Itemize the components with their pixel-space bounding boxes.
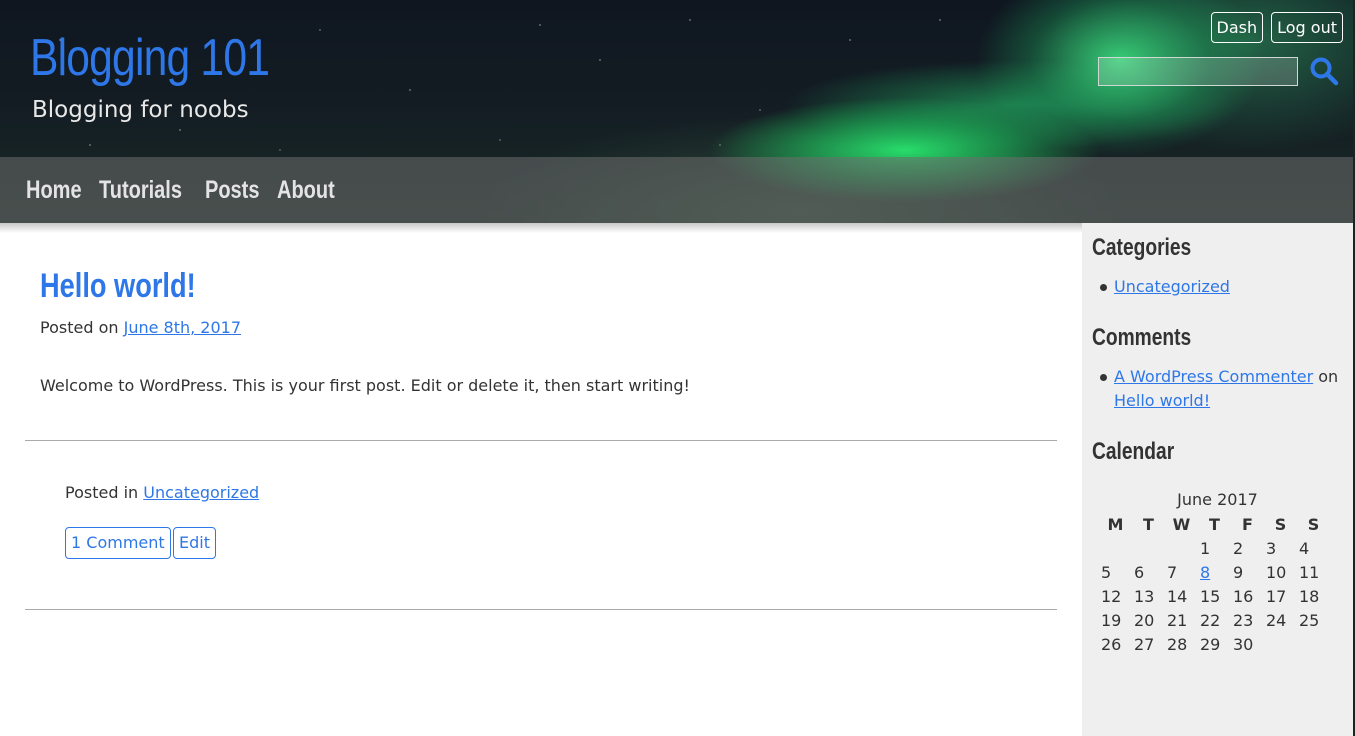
comment-post-link[interactable]: Hello world!	[1114, 390, 1210, 412]
search-input[interactable]	[1098, 57, 1298, 86]
post-body: Welcome to WordPress. This is your first…	[40, 376, 690, 395]
nav-item-posts[interactable]: Posts	[205, 173, 259, 207]
calendar-day: 6	[1134, 563, 1145, 582]
calendar-day: 24	[1266, 611, 1287, 630]
edit-button[interactable]: Edit	[173, 527, 216, 559]
calendar-day: 19	[1101, 611, 1122, 630]
calendar-day: 7	[1167, 563, 1178, 582]
post-meta: Posted on June 8th, 2017	[40, 317, 241, 339]
calendar-day: 16	[1233, 587, 1254, 606]
calendar-day: 27	[1134, 635, 1155, 654]
calendar-day: 13	[1134, 587, 1155, 606]
comments-heading: Comments	[1092, 324, 1192, 351]
calendar-day: 18	[1299, 587, 1320, 606]
calendar-day: 11	[1299, 563, 1320, 582]
calendar-day: 30	[1233, 635, 1254, 654]
calendar-day: 9	[1233, 563, 1244, 582]
post-divider-bottom	[25, 609, 1057, 610]
nav-item-home[interactable]: Home	[26, 173, 82, 207]
posted-on-label: Posted on	[40, 318, 119, 337]
post-categories: Posted in Uncategorized	[65, 482, 259, 504]
calendar-caption: June 2017	[1177, 490, 1258, 509]
nav-item-tutorials[interactable]: Tutorials	[99, 173, 182, 207]
site-title[interactable]: Blogging 101	[30, 26, 270, 90]
calendar-day: 28	[1167, 635, 1188, 654]
posted-in-label: Posted in	[65, 483, 139, 502]
calendar-day: 14	[1167, 587, 1188, 606]
calendar-day: 29	[1200, 635, 1221, 654]
category-link-uncategorized[interactable]: Uncategorized	[1114, 276, 1230, 298]
calendar-day: 10	[1266, 563, 1287, 582]
header-shadow	[0, 223, 1082, 233]
categories-heading: Categories	[1092, 234, 1192, 261]
calendar-weekday-header: T	[1209, 515, 1220, 534]
list-bullet	[1100, 284, 1107, 291]
admin-links: Dash Log out	[1210, 12, 1343, 43]
calendar-day: 25	[1299, 611, 1320, 630]
calendar-day: 17	[1266, 587, 1287, 606]
post-date-link[interactable]: June 8th, 2017	[124, 318, 241, 337]
list-bullet	[1100, 374, 1107, 381]
post-title[interactable]: Hello world!	[40, 266, 196, 306]
calendar-day-link[interactable]: 8	[1192, 561, 1225, 585]
dash-button[interactable]: Dash	[1210, 12, 1264, 43]
calendar-weekday-header: S	[1307, 515, 1320, 534]
post-divider-top	[25, 440, 1057, 441]
calendar-day: 5	[1101, 563, 1112, 582]
site-tagline: Blogging for noobs	[32, 97, 249, 123]
calendar-weekday-header: T	[1143, 515, 1154, 534]
calendar-day: 15	[1200, 587, 1221, 606]
search-icon[interactable]	[1309, 56, 1339, 86]
main-content: Hello world! Posted on June 8th, 2017 We…	[0, 223, 1082, 736]
calendar-weekday-header: S	[1274, 515, 1287, 534]
calendar-day: 2	[1233, 539, 1244, 558]
site-header: Blogging 101 Blogging for noobs Dash Log…	[0, 0, 1355, 223]
comment-on-label: on	[1318, 367, 1339, 386]
calendar-weekday-header: M	[1107, 515, 1124, 534]
comments-button[interactable]: 1 Comment	[65, 527, 171, 559]
calendar-day: 22	[1200, 611, 1221, 630]
calendar-day: 21	[1167, 611, 1188, 630]
calendar-day: 12	[1101, 587, 1122, 606]
calendar-weekday-header: F	[1242, 515, 1253, 534]
calendar-heading: Calendar	[1092, 438, 1175, 465]
sidebar: Categories Uncategorized Comments A Word…	[1082, 223, 1353, 736]
calendar-day: 23	[1233, 611, 1254, 630]
calendar-weekday-header: W	[1172, 515, 1191, 534]
nav-item-about[interactable]: About	[277, 173, 335, 207]
calendar-day: 1	[1200, 539, 1211, 558]
main-navigation: Home Tutorials Posts About	[0, 157, 1355, 223]
calendar-day: 3	[1266, 539, 1277, 558]
logout-button[interactable]: Log out	[1271, 12, 1343, 43]
calendar-day: 4	[1299, 539, 1310, 558]
comment-author-link[interactable]: A WordPress Commenter	[1114, 367, 1313, 386]
calendar-day: 26	[1101, 635, 1122, 654]
recent-comment: A WordPress Commenter on	[1114, 366, 1338, 388]
calendar-day: 20	[1134, 611, 1155, 630]
post-category-link[interactable]: Uncategorized	[143, 483, 259, 502]
